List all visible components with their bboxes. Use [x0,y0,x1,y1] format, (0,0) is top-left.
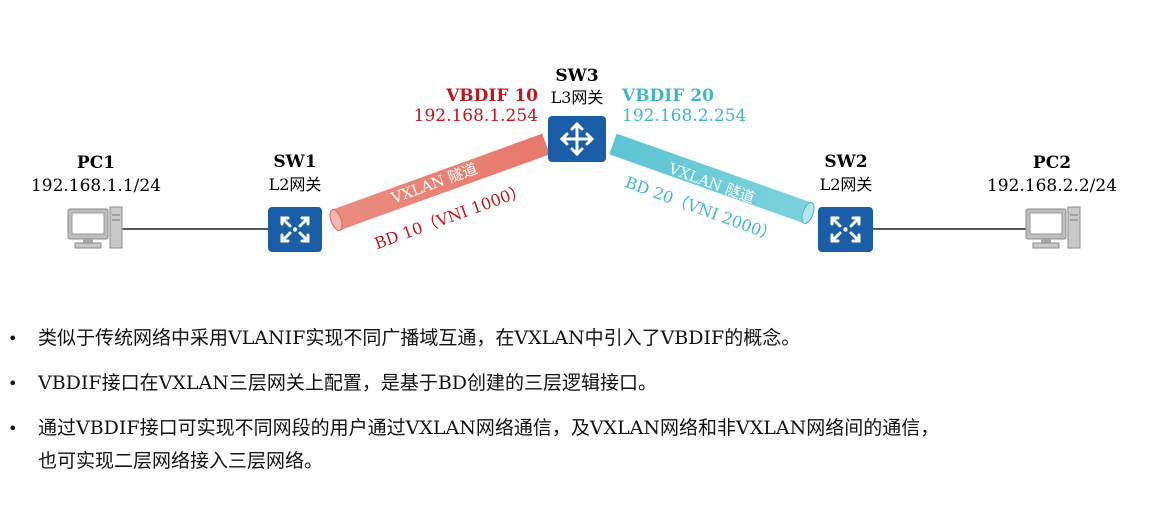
bullet-item: • 通过VBDIF接口可实现不同网段的用户通过VXLAN网络通信，及VXLAN网… [8,412,1168,478]
vxlan-topology-diagram: VXLAN 隧道 VXLAN 隧道 BD 10（VNI 1000） BD 20（… [31,66,1117,253]
vbdif10-name: VBDIF 10 [445,86,538,106]
vbdif20-ip: 192.168.2.254 [622,106,746,126]
vbdif20-name: VBDIF 20 [621,86,714,106]
pc1-name: PC1 [77,153,115,173]
sw1-role: L2网关 [269,175,322,194]
sw2-role: L2网关 [820,175,873,194]
sw2-switch-icon [818,207,873,252]
pc1-computer-icon [67,206,123,249]
pc2-name: PC2 [1033,153,1071,173]
bullet-list: • 类似于传统网络中采用VLANIF实现不同广播域互通，在VXLAN中引入了VB… [8,322,1168,490]
pc2-computer-icon [1025,206,1081,249]
sw1-switch-icon [268,207,322,252]
pc1-ip: 192.168.1.1/24 [31,176,161,196]
bullet-dot: • [8,419,18,438]
bullet-dot: • [8,329,18,348]
bullet-dot: • [8,374,18,393]
sw2-name: SW2 [824,152,867,172]
pc2-ip: 192.168.2.2/24 [987,176,1117,196]
bullet-text: 类似于传统网络中采用VLANIF实现不同广播域互通，在VXLAN中引入了VBDI… [38,327,801,349]
bullet-item: • 类似于传统网络中采用VLANIF实现不同广播域互通，在VXLAN中引入了VB… [8,322,1168,355]
bullet-text: VBDIF接口在VXLAN三层网关上配置，是基于BD创建的三层逻辑接口。 [38,372,658,394]
bullet-text-continuation: 也可实现二层网络接入三层网络。 [38,450,324,472]
sw3-router-icon [548,116,606,162]
sw3-name: SW3 [555,66,598,86]
bullet-item: • VBDIF接口在VXLAN三层网关上配置，是基于BD创建的三层逻辑接口。 [8,367,1168,400]
vbdif10-ip: 192.168.1.254 [414,106,538,126]
sw3-role: L3网关 [551,88,604,107]
sw1-name: SW1 [273,152,316,172]
bullet-text: 通过VBDIF接口可实现不同网段的用户通过VXLAN网络通信，及VXLAN网络和… [38,417,940,439]
